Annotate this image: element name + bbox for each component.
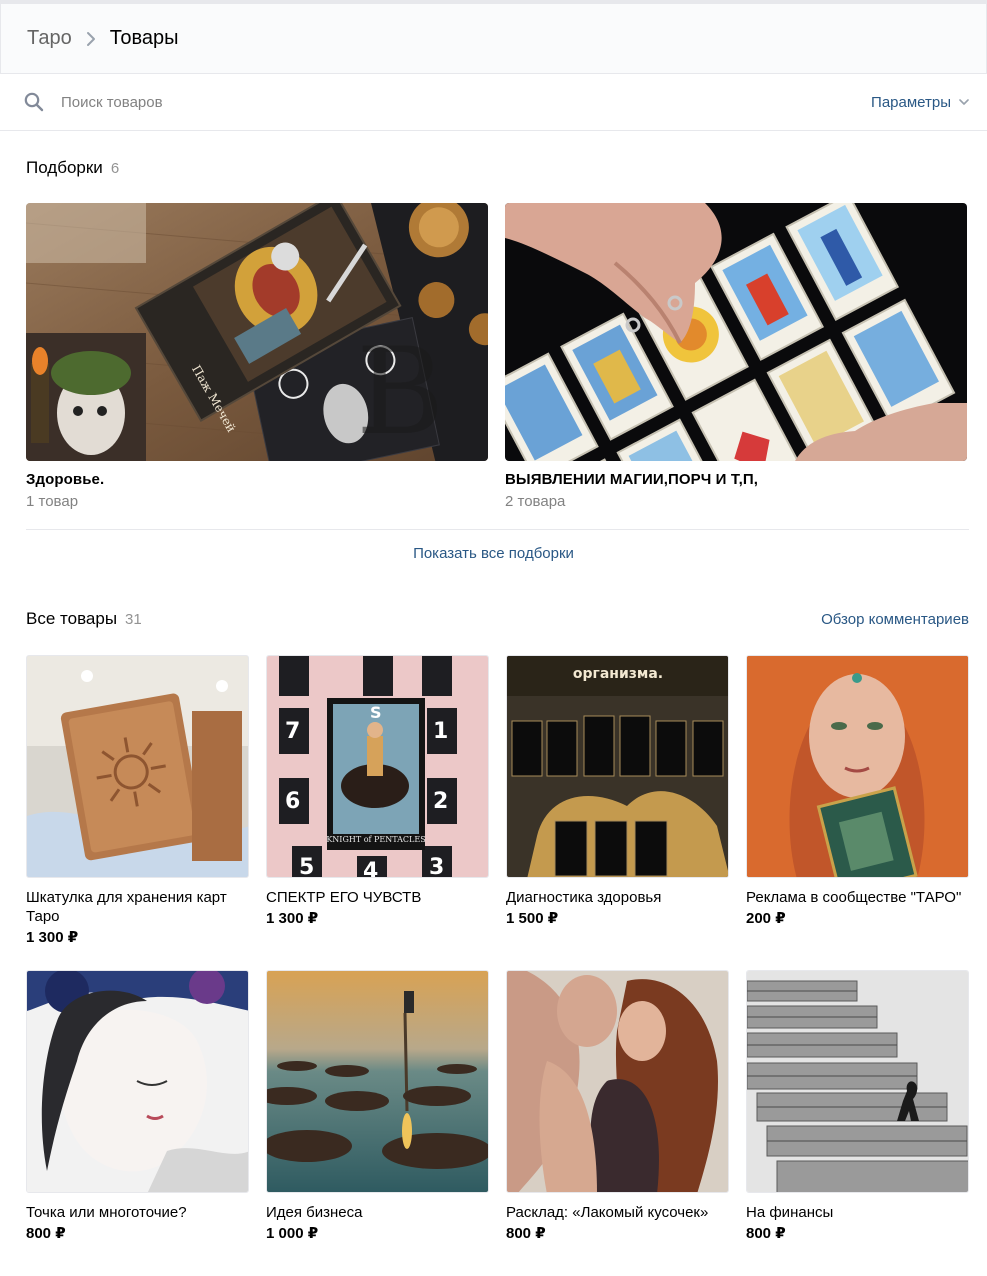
search-bar: Параметры [0,74,987,131]
comments-review-link[interactable]: Обзор комментариев [821,611,969,628]
breadcrumb: Таро Товары [0,4,987,74]
product-price: 1 300 ₽ [266,910,319,927]
product-title[interactable]: Расклад: «Лакомый кусочек» [506,1203,729,1222]
collections-header: Подборки 6 [26,158,119,178]
product-image[interactable]: 7 6 1 2 5 4 3 S KNIGHT of PENTACLES [266,655,489,878]
collection-card[interactable]: ВЫЯВЛЕНИИ МАГИИ,ПОРЧ И Т,П, 2 товара [505,203,967,510]
product-price: 1 000 ₽ [266,1225,319,1242]
svg-text:B: B [356,323,444,461]
all-products-title: Все товары [26,609,118,628]
divider [26,529,969,530]
product-card[interactable]: Идея бизнеса 1 000 ₽ [266,970,489,1242]
product-title[interactable]: Диагностика здоровья [506,888,729,907]
product-price: 200 ₽ [746,910,786,927]
chevron-down-icon [959,99,969,105]
market-page: Таро Товары Параметры Подборки 6 [0,0,987,1276]
collection-name[interactable]: Здоровье. [26,471,488,488]
chevron-right-icon [78,27,104,51]
image-heading: организма. [573,666,663,682]
svg-text:2: 2 [433,789,448,814]
page-title: Товары [109,27,179,49]
product-title[interactable]: Реклама в сообществе "ТАРО" [746,888,969,907]
collection-name[interactable]: ВЫЯВЛЕНИИ МАГИИ,ПОРЧ И Т,П, [505,471,967,488]
product-price: 1 300 ₽ [26,929,79,946]
svg-text:1: 1 [433,719,448,744]
parameters-label: Параметры [871,93,951,111]
product-title[interactable]: На финансы [746,1203,969,1222]
product-title[interactable]: Точка или многоточие? [26,1203,249,1222]
product-card[interactable]: Шкатулка для хранения карт Таро 1 300 ₽ [26,655,249,946]
breadcrumb-parent-link[interactable]: Таро [27,27,72,50]
product-card[interactable]: Точка или многоточие? 800 ₽ [26,970,249,1242]
search-icon [24,92,44,112]
product-image[interactable] [26,970,249,1193]
product-title[interactable]: СПЕКТР ЕГО ЧУВСТВ [266,888,489,907]
product-image[interactable] [746,970,969,1193]
collection-image[interactable] [505,203,967,461]
svg-text:7: 7 [285,719,300,744]
product-image[interactable] [26,655,249,878]
show-all-collections-link[interactable]: Показать все подборки [0,545,987,562]
svg-text:3: 3 [429,855,444,878]
product-image[interactable] [506,970,729,1193]
product-image[interactable] [266,970,489,1193]
collection-item-count: 1 товар [26,493,79,510]
collections-count: 6 [110,160,120,177]
product-price: 800 ₽ [26,1225,66,1242]
parameters-dropdown[interactable]: Параметры [871,94,969,111]
all-products-count: 31 [125,611,142,628]
svg-text:6: 6 [285,789,300,814]
card-caption: KNIGHT of PENTACLES [326,835,425,844]
product-price: 1 500 ₽ [506,910,559,927]
product-price: 800 ₽ [746,1225,786,1242]
product-title[interactable]: Шкатулка для хранения карт Таро [26,888,249,926]
collection-card[interactable]: Паж Мечей B Здоровье. 1 товар [26,203,488,510]
product-price: 800 ₽ [506,1225,546,1242]
search-input[interactable] [61,93,872,111]
svg-text:S: S [370,703,382,722]
svg-text:4: 4 [363,859,378,878]
collection-item-count: 2 товара [505,493,566,510]
product-card[interactable]: На финансы 800 ₽ [746,970,969,1242]
product-card[interactable]: Расклад: «Лакомый кусочек» 800 ₽ [506,970,729,1242]
product-image[interactable]: организма. [506,655,729,878]
svg-text:5: 5 [299,855,314,878]
product-card[interactable]: Реклама в сообществе "ТАРО" 200 ₽ [746,655,969,927]
collections-title: Подборки [26,158,103,177]
product-card[interactable]: 7 6 1 2 5 4 3 S KNIGHT of PENTACLES СПЕКТР Е… [266,655,489,927]
product-title[interactable]: Идея бизнеса [266,1203,489,1222]
all-products-header: Все товары 31 [26,609,142,629]
product-card[interactable]: организма. Диагностика здоровья 1 500 ₽ [506,655,729,927]
product-image[interactable] [746,655,969,878]
collection-image[interactable]: Паж Мечей B [26,203,488,461]
